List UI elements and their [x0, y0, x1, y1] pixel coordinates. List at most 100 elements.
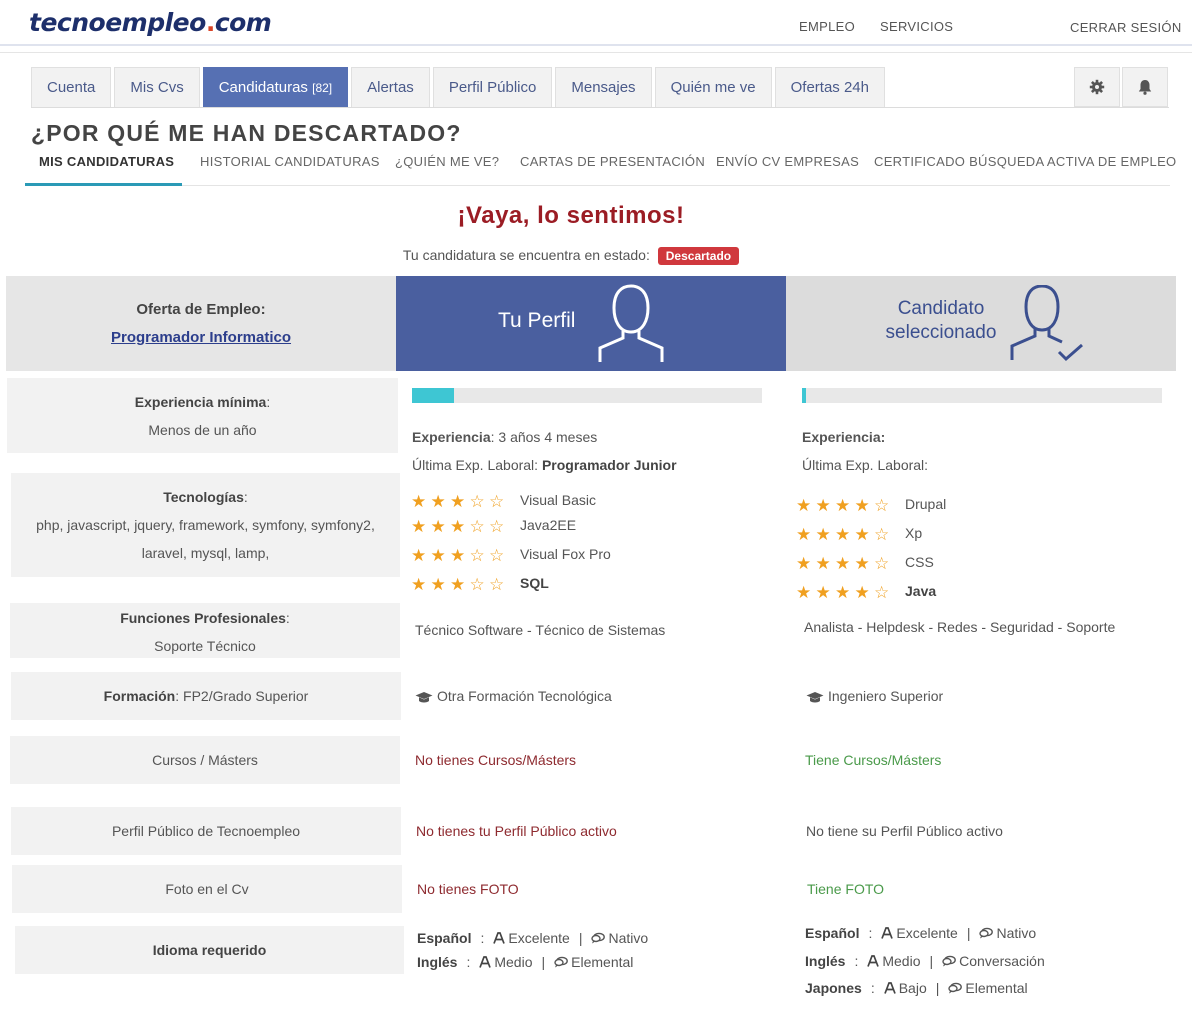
public-profile-requirement: Perfil Público de Tecnoempleo — [11, 807, 401, 855]
star-empty-icon: ☆ — [489, 546, 505, 565]
tab-cuenta[interactable]: Cuenta — [31, 67, 112, 107]
tab-candidaturas-count: [82] — [312, 81, 333, 95]
courses-label: Cursos / Másters — [152, 752, 258, 768]
your-public-profile: No tienes tu Perfil Público activo — [416, 823, 617, 839]
language-written-level: Medio — [882, 953, 921, 969]
language-written-level: Medio — [494, 954, 533, 970]
notifications-button[interactable] — [1122, 67, 1168, 107]
graduation-cap-icon — [415, 691, 433, 703]
candidate-photo: Tiene FOTO — [807, 881, 885, 897]
subnav-envio-cv[interactable]: ENVÍO CV EMPRESAS — [716, 154, 859, 169]
candidate-skill-name: Drupal — [905, 496, 947, 512]
colon: : — [490, 429, 495, 445]
nav-empleo[interactable]: EMPLEO — [799, 19, 855, 34]
language-divider: | — [966, 925, 971, 941]
star-filled-icon: ★ — [835, 525, 851, 544]
tech-line-2: laravel, mysql, lamp, — [141, 545, 270, 561]
user-icon — [598, 284, 664, 362]
candidate-match-fill — [802, 388, 806, 403]
language-written-level: Excelente — [896, 925, 958, 941]
language-spoken-level: Elemental — [571, 954, 634, 970]
star-empty-icon: ☆ — [469, 546, 485, 565]
language-written-level: Bajo — [898, 980, 927, 996]
your-profile-header: Tu Perfil — [396, 276, 786, 371]
language-divider: | — [578, 930, 583, 946]
candidaturas-subnav: MIS CANDIDATURAS HISTORIAL CANDIDATURAS … — [25, 146, 1176, 186]
subnav-quien-me-ve[interactable]: ¿QUIÉN ME VE? — [395, 154, 499, 169]
functions-requirement: Funciones Profesionales: Soporte Técnico — [10, 603, 400, 658]
status-line: Tu candidatura se encuentra en estado: D… — [0, 247, 1142, 265]
subnav-certificado[interactable]: CERTIFICADO BÚSQUEDA ACTIVA DE EMPLEO — [874, 154, 1176, 169]
nav-servicios[interactable]: SERVICIOS — [880, 19, 953, 34]
site-logo[interactable]: tecnoempleo.com — [29, 8, 272, 37]
star-filled-icon: ★ — [796, 496, 812, 515]
photo-label: Foto en el Cv — [165, 881, 249, 897]
tab-mensajes[interactable]: Mensajes — [555, 67, 652, 107]
tab-alertas[interactable]: Alertas — [351, 67, 430, 107]
your-last-job-label: Última Exp. Laboral: — [412, 457, 539, 473]
letter-a-icon — [883, 982, 896, 994]
subnav-active-indicator — [25, 183, 182, 186]
candidate-functions: Analista - Helpdesk - Redes - Seguridad … — [804, 619, 1116, 635]
language-name: Español — [417, 930, 472, 946]
your-last-job: Última Exp. Laboral: Programador Junior — [412, 457, 677, 473]
experience-title: Experiencia mínima — [134, 394, 267, 410]
candidate-courses: Tiene Cursos/Másters — [805, 752, 942, 768]
star-empty-icon: ☆ — [874, 496, 890, 515]
tab-candidaturas[interactable]: Candidaturas [82] — [202, 67, 349, 107]
star-empty-icon: ☆ — [469, 575, 485, 594]
speech-bubble-icon — [942, 955, 957, 967]
colon: : — [285, 610, 290, 626]
star-filled-icon: ★ — [815, 583, 831, 602]
status-text: Tu candidatura se encuentra en estado: — [402, 247, 650, 263]
your-match-fill — [412, 388, 454, 403]
tab-quien-me-ve[interactable]: Quién me ve — [654, 67, 772, 107]
star-filled-icon: ★ — [835, 554, 851, 573]
star-empty-icon: ☆ — [874, 554, 890, 573]
offer-link[interactable]: Programador Informatico — [6, 329, 396, 346]
subnav-cartas[interactable]: CARTAS DE PRESENTACIÓN — [520, 154, 705, 169]
education-title: Formación — [103, 688, 176, 704]
offer-label: Oferta de Empleo: — [136, 301, 266, 318]
star-filled-icon: ★ — [854, 583, 870, 602]
your-functions: Técnico Software - Técnico de Sistemas — [415, 622, 666, 638]
star-empty-icon: ☆ — [489, 575, 505, 594]
your-experience-value: 3 años 4 meses — [498, 429, 598, 445]
language-row: Español: Excelente | Nativo — [805, 925, 1036, 941]
language-row: Inglés: Medio | Conversación — [805, 953, 1045, 969]
subnav-mis-candidaturas[interactable]: MIS CANDIDATURAS — [39, 154, 174, 169]
rejection-heading: ¡Vaya, lo sentimos! — [457, 202, 685, 229]
language-row: Español: Excelente | Nativo — [417, 930, 648, 946]
subnav-historial[interactable]: HISTORIAL CANDIDATURAS — [200, 154, 380, 169]
language-written-level: Excelente — [508, 930, 570, 946]
logout-link[interactable]: CERRAR SESIÓN — [1070, 20, 1182, 35]
language-separator: : — [466, 954, 471, 970]
speech-bubble-icon — [948, 982, 963, 994]
functions-value: Soporte Técnico — [154, 638, 256, 654]
language-row: Inglés: Medio | Elemental — [417, 954, 633, 970]
candidate-skill-name: CSS — [905, 554, 934, 570]
candidate-skill-name: Xp — [905, 525, 923, 541]
candidate-education: Ingeniero Superior — [806, 688, 943, 704]
star-filled-icon: ★ — [411, 492, 427, 511]
tab-mis-cvs[interactable]: Mis Cvs — [114, 67, 200, 107]
user-check-icon — [1010, 285, 1083, 362]
language-separator: : — [868, 925, 873, 941]
status-badge: Descartado — [657, 247, 740, 265]
settings-button[interactable] — [1074, 67, 1120, 107]
tab-perfil-publico[interactable]: Perfil Público — [432, 67, 553, 107]
tab-ofertas-24h[interactable]: Ofertas 24h — [774, 67, 885, 107]
star-empty-icon: ☆ — [469, 492, 485, 511]
your-skill-name: SQL — [520, 575, 549, 591]
tabs-divider — [31, 107, 1169, 108]
language-name: Inglés — [417, 954, 458, 970]
courses-requirement: Cursos / Másters — [10, 736, 400, 784]
header-divider — [0, 52, 1192, 54]
candidate-title-line2: seleccionado — [885, 322, 997, 343]
your-courses: No tienes Cursos/Másters — [415, 752, 577, 768]
star-filled-icon: ★ — [450, 575, 466, 594]
star-filled-icon: ★ — [430, 517, 446, 536]
language-spoken-level: Conversación — [959, 953, 1045, 969]
star-filled-icon: ★ — [411, 575, 427, 594]
graduation-cap-icon — [806, 691, 824, 703]
